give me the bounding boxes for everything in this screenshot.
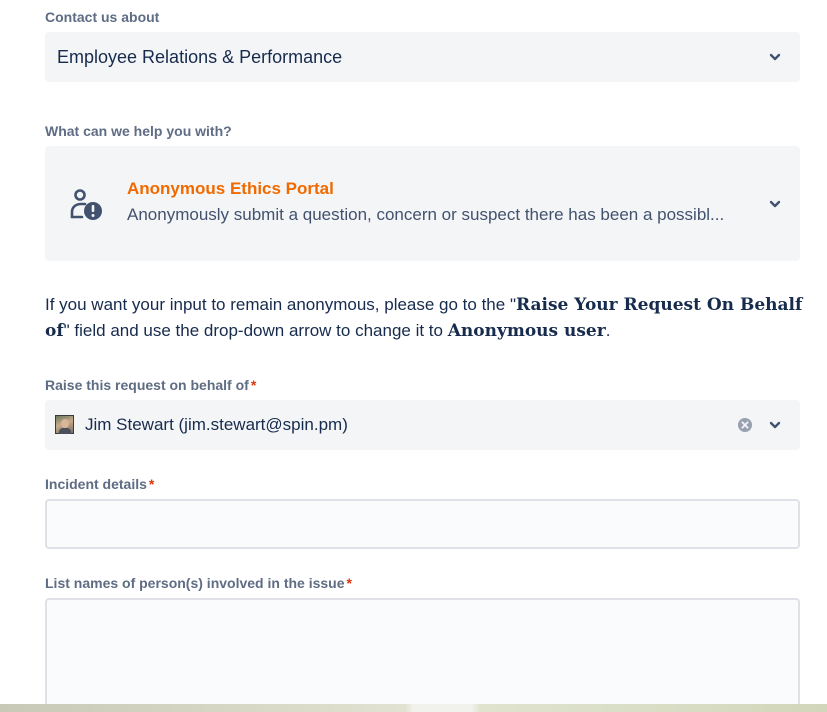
required-marker: * [250,377,257,393]
instructions-text-1: If you want your input to remain anonymo… [45,295,516,314]
chevron-down-icon[interactable] [768,197,782,211]
incident-details-input[interactable] [45,499,800,549]
anonymous-instructions: If you want your input to remain anonymo… [45,292,805,344]
behalf-label: Raise this request on behalf of * [45,377,256,393]
behalf-select[interactable]: Jim Stewart (jim.stewart@spin.pm) [45,400,800,450]
instructions-text-3: . [605,321,611,340]
required-marker: * [346,575,352,591]
avatar [55,415,74,434]
behalf-label-text: Raise this request on behalf of [45,377,249,393]
contact-label: Contact us about [45,9,160,25]
chevron-down-icon[interactable] [768,418,782,432]
persons-label-text: List names of person(s) involved in the … [45,575,345,591]
persons-label: List names of person(s) involved in the … [45,575,352,591]
contact-select[interactable]: Employee Relations & Performance [45,32,800,82]
help-label: What can we help you with? [45,123,232,139]
clear-icon[interactable] [737,417,753,433]
instructions-text-2: " field and use the drop-down arrow to c… [63,321,448,340]
incident-label: Incident details * [45,476,154,492]
chevron-down-icon[interactable] [768,50,782,64]
anonymous-person-alert-icon [70,189,102,220]
incident-label-text: Incident details [45,476,147,492]
request-type-select[interactable]: Anonymous Ethics Portal Anonymously subm… [45,146,800,261]
behalf-value: Jim Stewart (jim.stewart@spin.pm) [85,415,348,434]
taskbar-strip [0,704,827,712]
request-type-title: Anonymous Ethics Portal [127,179,334,198]
required-marker: * [148,476,155,492]
instructions-bold-anonymous-user: Anonymous user [447,321,606,341]
contact-value: Employee Relations & Performance [57,46,343,67]
request-type-description: Anonymously submit a question, concern o… [127,205,725,224]
persons-involved-textarea[interactable] [45,598,800,710]
